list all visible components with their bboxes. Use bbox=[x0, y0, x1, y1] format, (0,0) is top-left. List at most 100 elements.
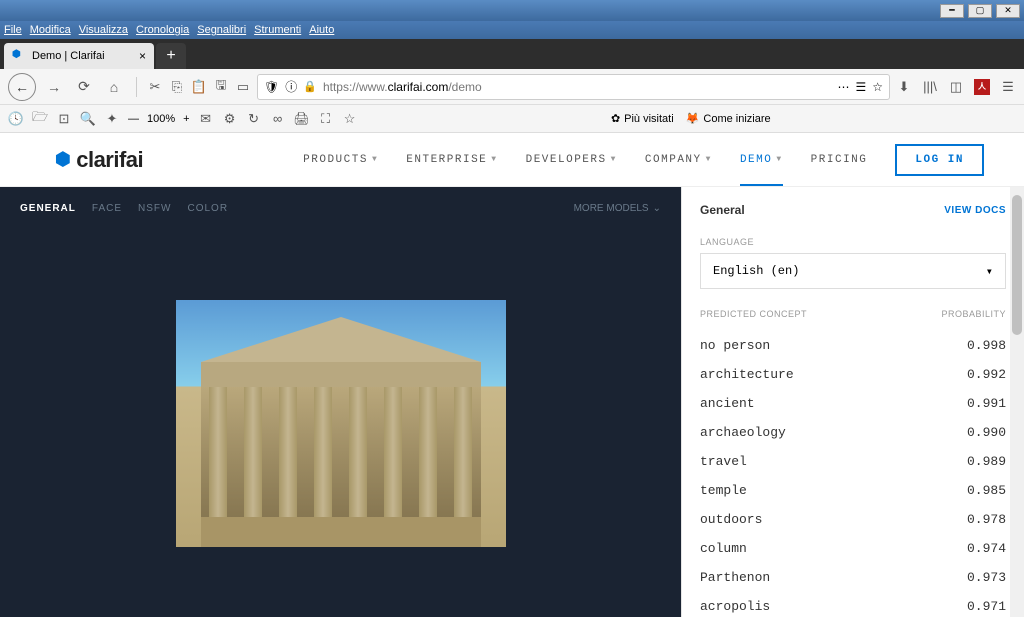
concept-header: PREDICTED CONCEPT bbox=[700, 309, 807, 319]
sidebar-icon[interactable]: ◫ bbox=[948, 79, 964, 95]
menu-tools[interactable]: Strumenti bbox=[254, 24, 301, 36]
bookmark-star-icon[interactable]: ☆ bbox=[342, 111, 358, 127]
forward-button[interactable]: → bbox=[42, 75, 66, 99]
tab-color[interactable]: COLOR bbox=[187, 203, 228, 214]
view-docs-link[interactable]: VIEW DOCS bbox=[944, 205, 1006, 216]
results-sidebar: General VIEW DOCS LANGUAGE English (en) … bbox=[681, 187, 1024, 617]
star-icon[interactable]: ☆ bbox=[872, 80, 883, 94]
nav-products[interactable]: PRODUCTS▼ bbox=[303, 154, 378, 166]
refresh-icon[interactable]: ↻ bbox=[246, 111, 262, 127]
bookmark-toolbar: 🕓 🗁 ⊡ 🔍 ✦ — 100% + ✉ ⚙ ↻ ∞ 🖨 ⛶ ☆ ✿ Più v… bbox=[0, 105, 1024, 133]
site-header: ⬢ clarifai PRODUCTS▼ ENTERPRISE▼ DEVELOPER… bbox=[0, 133, 1024, 187]
result-row[interactable]: temple0.985 bbox=[700, 476, 1006, 505]
result-row[interactable]: archaeology0.990 bbox=[700, 418, 1006, 447]
zoom-out[interactable]: — bbox=[128, 113, 139, 125]
language-select[interactable]: English (en) ▾ bbox=[700, 253, 1006, 289]
concept-label: outdoors bbox=[700, 512, 762, 527]
scrollbar[interactable] bbox=[1010, 187, 1024, 617]
concept-label: no person bbox=[700, 338, 770, 353]
menu-help[interactable]: Aiuto bbox=[309, 24, 334, 36]
browser-tab-bar: ⬢ Demo | Clarifai × + bbox=[0, 39, 1024, 69]
nav-demo[interactable]: DEMO▼ bbox=[740, 154, 783, 186]
result-row[interactable]: Parthenon 0.973 bbox=[700, 563, 1006, 592]
scrollbar-thumb[interactable] bbox=[1012, 195, 1022, 335]
most-visited-link[interactable]: ✿ Più visitati bbox=[611, 112, 674, 125]
result-row[interactable]: column0.974 bbox=[700, 534, 1006, 563]
probability-value: 0.985 bbox=[967, 483, 1006, 498]
more-models-button[interactable]: MORE MODELS ⌄ bbox=[574, 203, 661, 214]
paste-icon[interactable]: 📋 bbox=[191, 79, 207, 95]
tab-title: Demo | Clarifai bbox=[32, 50, 105, 62]
favicon-icon: ⬢ bbox=[12, 49, 26, 63]
menu-file[interactable]: File bbox=[4, 24, 22, 36]
expand-icon[interactable]: ⛶ bbox=[318, 111, 334, 127]
concept-label: Parthenon bbox=[700, 570, 770, 585]
menu-edit[interactable]: Modifica bbox=[30, 24, 71, 36]
reload-button[interactable]: ⟳ bbox=[72, 75, 96, 99]
tab-general[interactable]: GENERAL bbox=[20, 203, 76, 214]
print-icon[interactable]: 🖨 bbox=[294, 111, 310, 127]
hamburger-menu-icon[interactable]: ☰ bbox=[1000, 79, 1016, 95]
sidebar-title: General bbox=[700, 203, 745, 217]
reader-icon[interactable]: ☰ bbox=[855, 80, 866, 94]
back-button[interactable]: ← bbox=[8, 73, 36, 101]
copy-icon[interactable]: ⎘ bbox=[169, 79, 185, 95]
menu-history[interactable]: Cronologia bbox=[136, 24, 189, 36]
new-tab-button[interactable]: + bbox=[156, 43, 186, 69]
tag-icon[interactable]: ⊡ bbox=[56, 111, 72, 127]
save-icon[interactable]: 🖫 bbox=[213, 79, 229, 95]
chevron-down-icon: ▾ bbox=[986, 264, 993, 279]
info-icon[interactable]: ⓘ bbox=[285, 78, 297, 95]
folder-icon[interactable]: 🗁 bbox=[32, 111, 48, 127]
browser-tab[interactable]: ⬢ Demo | Clarifai × bbox=[4, 43, 154, 69]
get-started-link[interactable]: 🦊 Come iniziare bbox=[686, 112, 771, 125]
nav-developers[interactable]: DEVELOPERS▼ bbox=[526, 154, 617, 166]
logo[interactable]: ⬢ clarifai bbox=[55, 147, 143, 173]
result-row[interactable]: outdoors 0.978 bbox=[700, 505, 1006, 534]
language-label: LANGUAGE bbox=[700, 237, 1006, 247]
download-icon[interactable]: ⬇ bbox=[896, 79, 912, 95]
zoom-in[interactable]: + bbox=[183, 113, 189, 125]
probability-value: 0.973 bbox=[967, 570, 1006, 585]
shield-icon[interactable]: 🛡 bbox=[264, 80, 279, 94]
address-bar[interactable]: 🛡 ⓘ 🔒 https://www.clarifai.com/demo ⋯ ☰ … bbox=[257, 74, 890, 100]
link-icon[interactable]: ∞ bbox=[270, 111, 286, 127]
ellipsis-icon[interactable]: ⋯ bbox=[837, 80, 849, 94]
concept-label: architecture bbox=[700, 367, 794, 382]
maximize-button[interactable]: ▢ bbox=[968, 4, 992, 18]
probability-value: 0.974 bbox=[967, 541, 1006, 556]
gear-icon[interactable]: ⚙ bbox=[222, 111, 238, 127]
window-titlebar: ━ ▢ ✕ bbox=[0, 0, 1024, 21]
minimize-button[interactable]: ━ bbox=[940, 4, 964, 18]
window-icon[interactable]: ▭ bbox=[235, 79, 251, 95]
result-row[interactable]: no person0.998 bbox=[700, 331, 1006, 360]
menu-bookmarks[interactable]: Segnalibri bbox=[197, 24, 246, 36]
nav-pricing[interactable]: PRICING bbox=[811, 154, 868, 166]
result-row[interactable]: travel0.989 bbox=[700, 447, 1006, 476]
image-viewer: GENERAL FACE NSFW COLOR MORE MODELS ⌄ bbox=[0, 187, 681, 617]
scissors-icon[interactable]: ✂ bbox=[147, 79, 163, 95]
nav-enterprise[interactable]: ENTERPRISE▼ bbox=[406, 154, 497, 166]
result-row[interactable]: acropolis0.971 bbox=[700, 592, 1006, 617]
logo-icon: ⬢ bbox=[55, 149, 70, 170]
result-row[interactable]: architecture0.992 bbox=[700, 360, 1006, 389]
demo-image[interactable] bbox=[176, 300, 506, 547]
close-window-button[interactable]: ✕ bbox=[996, 4, 1020, 18]
probability-value: 0.978 bbox=[967, 512, 1006, 527]
nav-company[interactable]: COMPANY▼ bbox=[645, 154, 712, 166]
extension-icon[interactable]: ✦ bbox=[104, 111, 120, 127]
pdf-icon[interactable]: 人 bbox=[974, 79, 990, 95]
tab-nsfw[interactable]: NSFW bbox=[138, 203, 171, 214]
mail-icon[interactable]: ✉ bbox=[198, 111, 214, 127]
tab-face[interactable]: FACE bbox=[92, 203, 122, 214]
result-row[interactable]: ancient0.991 bbox=[700, 389, 1006, 418]
history-icon[interactable]: 🕓 bbox=[8, 111, 24, 127]
search-icon[interactable]: 🔍 bbox=[80, 111, 96, 127]
login-button[interactable]: LOG IN bbox=[895, 144, 984, 176]
library-icon[interactable]: |||\ bbox=[922, 79, 938, 95]
home-button[interactable]: ⌂ bbox=[102, 75, 126, 99]
zoom-level: 100% bbox=[147, 113, 175, 125]
probability-value: 0.971 bbox=[967, 599, 1006, 614]
close-tab-icon[interactable]: × bbox=[139, 49, 146, 63]
menu-view[interactable]: Visualizza bbox=[79, 24, 128, 36]
